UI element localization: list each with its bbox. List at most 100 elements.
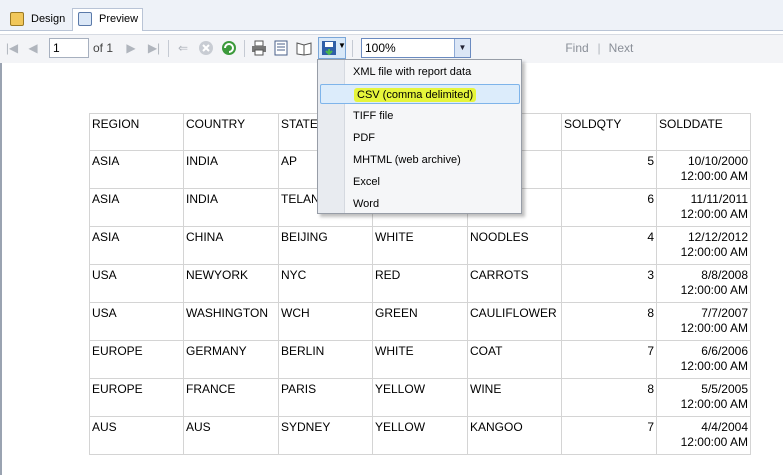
tab-preview-label: Preview bbox=[99, 13, 139, 25]
table-cell: 8/8/2008 12:00:00 AM bbox=[656, 264, 751, 303]
table-cell: ASIA bbox=[89, 150, 184, 189]
table-row: ASIA CHINA BEIJING WHITE NOODLES 4 12/12/2012 … bbox=[89, 226, 751, 265]
page-setup-icon[interactable] bbox=[296, 40, 312, 56]
table-cell: NYC bbox=[278, 264, 373, 303]
tab-preview[interactable]: Preview bbox=[72, 8, 143, 31]
export-menu-item[interactable]: PDF bbox=[353, 128, 375, 148]
table-cell: 8 bbox=[561, 302, 657, 341]
table-row: EUROPE FRANCE PARIS YELLOW WINE 8 5/5/2005 12:… bbox=[89, 378, 751, 417]
table-cell: NOODLES bbox=[467, 226, 562, 265]
table-cell: WHITE bbox=[372, 340, 468, 379]
table-cell: 7/7/2007 12:00:00 AM bbox=[656, 302, 751, 341]
table-cell: 5/5/2005 12:00:00 AM bbox=[656, 378, 751, 417]
table-cell: PARIS bbox=[278, 378, 373, 417]
toolbar-separator bbox=[168, 40, 169, 57]
table-cell: FRANCE bbox=[183, 378, 279, 417]
print-layout-icon[interactable] bbox=[273, 40, 289, 56]
zoom-value: 100% bbox=[365, 41, 396, 55]
table-cell: 12/12/2012 12:00:00 AM bbox=[656, 226, 751, 265]
table-cell: 11/11/2011 12:00:00 AM bbox=[656, 188, 751, 227]
zoom-select[interactable]: 100% ▼ bbox=[361, 38, 471, 58]
table-row: USA WASHINGTON WCH GREEN CAULIFLOWER 8 7/7/200… bbox=[89, 302, 751, 341]
table-row: AUS AUS SYDNEY YELLOW KANGOO 7 4/4/2004 12:00:… bbox=[89, 416, 751, 455]
export-dropdown-arrow-icon: ▼ bbox=[338, 41, 346, 50]
toolbar-separator bbox=[244, 40, 245, 57]
preview-document-icon bbox=[78, 12, 92, 26]
export-menu-item[interactable]: XML file with report data bbox=[353, 62, 471, 82]
table-cell: ASIA bbox=[89, 188, 184, 227]
table-cell: INDIA bbox=[183, 188, 279, 227]
table-cell: 10/10/2000 12:00:00 AM bbox=[656, 150, 751, 189]
export-menu-item[interactable]: TIFF file bbox=[353, 106, 393, 126]
table-cell: WCH bbox=[278, 302, 373, 341]
table-cell: 3 bbox=[561, 264, 657, 303]
table-row: USA NEWYORK NYC RED CARROTS 3 8/8/2008 12:00:0… bbox=[89, 264, 751, 303]
export-format-menu: XML file with report data CSV (comma deli… bbox=[317, 59, 522, 214]
export-button[interactable]: ▼ bbox=[318, 37, 346, 59]
tab-design-label: Design bbox=[31, 13, 66, 25]
table-cell: 5 bbox=[561, 150, 657, 189]
table-cell: USA bbox=[89, 264, 184, 303]
stop-icon[interactable] bbox=[198, 40, 214, 56]
print-icon[interactable] bbox=[251, 40, 267, 56]
table-cell: EUROPE bbox=[89, 340, 184, 379]
table-cell: CHINA bbox=[183, 226, 279, 265]
export-menu-item[interactable]: CSV (comma delimited) bbox=[320, 84, 520, 104]
first-page-icon[interactable]: |◀ bbox=[5, 40, 19, 56]
column-header: SOLDQTY bbox=[561, 113, 657, 151]
table-cell: KANGOO bbox=[467, 416, 562, 455]
design-pencil-icon bbox=[10, 12, 24, 26]
table-row: EUROPE GERMANY BERLIN WHITE COAT 7 6/6/2006 12… bbox=[89, 340, 751, 379]
export-menu-item[interactable]: MHTML (web archive) bbox=[353, 150, 461, 170]
back-icon[interactable]: ⇐ bbox=[176, 40, 190, 56]
export-menu-item[interactable]: Excel bbox=[353, 172, 380, 192]
table-cell: YELLOW bbox=[372, 378, 468, 417]
page-number-input[interactable]: 1 bbox=[49, 38, 89, 58]
export-menu-item-label: PDF bbox=[353, 132, 375, 144]
next-page-icon[interactable]: ▶ bbox=[125, 40, 137, 56]
toolbar-separator bbox=[352, 40, 353, 57]
table-cell: EUROPE bbox=[89, 378, 184, 417]
table-cell: 7 bbox=[561, 340, 657, 379]
chevron-down-icon[interactable]: ▼ bbox=[454, 39, 470, 57]
export-menu-item-label: TIFF file bbox=[353, 110, 394, 122]
table-cell: BEIJING bbox=[278, 226, 373, 265]
last-page-icon[interactable]: ▶| bbox=[146, 40, 162, 56]
table-cell: GERMANY bbox=[183, 340, 279, 379]
table-cell: USA bbox=[89, 302, 184, 341]
previous-page-icon[interactable]: ◀ bbox=[27, 40, 39, 56]
viewer-left-border bbox=[0, 63, 2, 475]
export-menu-item-label: Excel bbox=[353, 176, 380, 188]
column-header: COUNTRY bbox=[183, 113, 279, 151]
table-cell: AUS bbox=[89, 416, 184, 455]
tab-bar: Design Preview bbox=[0, 0, 783, 31]
table-cell: CAULIFLOWER bbox=[467, 302, 562, 341]
table-cell: RED bbox=[372, 264, 468, 303]
next-link[interactable]: Next bbox=[606, 40, 636, 56]
find-separator: | bbox=[597, 41, 601, 55]
table-cell: 6 bbox=[561, 188, 657, 227]
table-cell: WASHINGTON bbox=[183, 302, 279, 341]
refresh-icon[interactable] bbox=[221, 40, 237, 56]
table-cell: 7 bbox=[561, 416, 657, 455]
column-header: SOLDDATE bbox=[656, 113, 751, 151]
export-menu-item[interactable]: Word bbox=[353, 194, 379, 214]
table-cell: ASIA bbox=[89, 226, 184, 265]
table-cell: 4/4/2004 12:00:00 AM bbox=[656, 416, 751, 455]
table-cell: INDIA bbox=[183, 150, 279, 189]
table-cell: YELLOW bbox=[372, 416, 468, 455]
page-count-label: of 1 bbox=[93, 41, 114, 55]
table-cell: 4 bbox=[561, 226, 657, 265]
table-cell: SYDNEY bbox=[278, 416, 373, 455]
table-cell: AUS bbox=[183, 416, 279, 455]
menu-icon-strip bbox=[318, 60, 345, 213]
find-link[interactable]: Find bbox=[562, 40, 592, 56]
tab-design[interactable]: Design bbox=[4, 8, 70, 29]
column-header: REGION bbox=[89, 113, 184, 151]
table-cell: 8 bbox=[561, 378, 657, 417]
table-cell: GREEN bbox=[372, 302, 468, 341]
export-menu-item-label: MHTML (web archive) bbox=[353, 154, 461, 166]
table-cell: COAT bbox=[467, 340, 562, 379]
table-cell: WHITE bbox=[372, 226, 468, 265]
export-menu-item-label: CSV (comma delimited) bbox=[354, 88, 477, 102]
